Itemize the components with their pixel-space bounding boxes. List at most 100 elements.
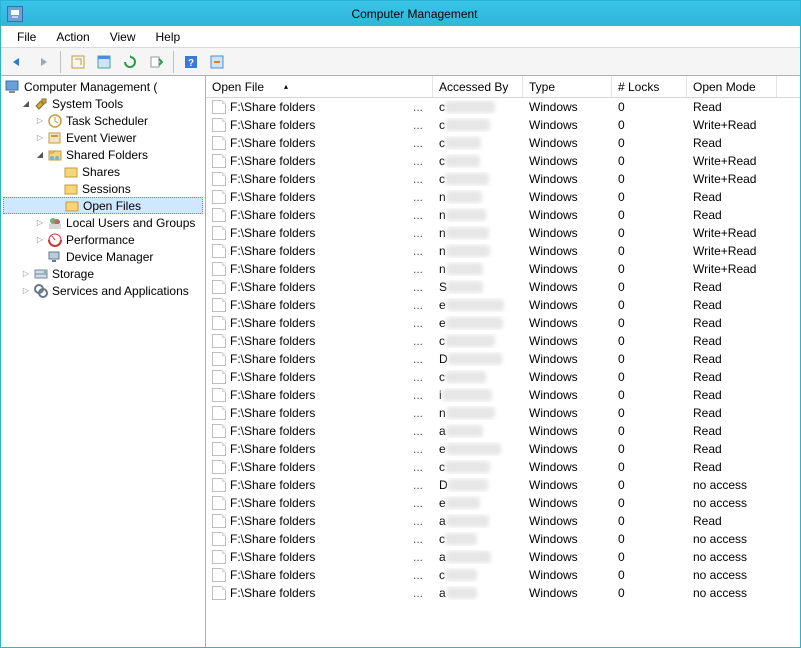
truncation-ellipsis: ... <box>413 316 427 330</box>
file-icon <box>212 172 226 186</box>
table-row[interactable]: F:\Share folders...SxxxxWindows0Read <box>206 278 800 296</box>
table-row[interactable]: F:\Share folders...cxxxxWindows0Write+Re… <box>206 170 800 188</box>
table-row[interactable]: F:\Share folders...cxxxxWindows0Read <box>206 98 800 116</box>
column-open-mode[interactable]: Open Mode <box>687 76 777 97</box>
cell-locks: 0 <box>612 370 687 384</box>
tree-device-manager[interactable]: Device Manager <box>3 248 203 265</box>
cell-locks: 0 <box>612 568 687 582</box>
system-tools-icon <box>33 96 49 112</box>
table-row[interactable]: F:\Share folders...cxxxxWindows0Write+Re… <box>206 152 800 170</box>
tree-performance[interactable]: Performance <box>3 231 203 248</box>
navigation-tree[interactable]: Computer Management ( System Tools Task … <box>1 76 206 647</box>
properties-button[interactable] <box>92 51 116 73</box>
tree-system-tools[interactable]: System Tools <box>3 95 203 112</box>
cell-mode: Read <box>687 190 777 204</box>
menu-help[interactable]: Help <box>146 28 191 46</box>
computer-management-icon <box>5 79 21 95</box>
table-row[interactable]: F:\Share folders...cxxxxWindows0Read <box>206 134 800 152</box>
expander-icon[interactable] <box>33 131 47 145</box>
cell-accessed-by: axxxx <box>433 514 523 528</box>
tree-open-files[interactable]: Open Files <box>3 197 203 214</box>
forward-button[interactable] <box>31 51 55 73</box>
table-row[interactable]: F:\Share folders...cxxxxWindows0Read <box>206 458 800 476</box>
tree-task-scheduler[interactable]: Task Scheduler <box>3 112 203 129</box>
table-row[interactable]: F:\Share folders...exxxxWindows0Read <box>206 440 800 458</box>
menu-view[interactable]: View <box>100 28 146 46</box>
tree-services[interactable]: Services and Applications <box>3 282 203 299</box>
table-row[interactable]: F:\Share folders...nxxxxWindows0Write+Re… <box>206 242 800 260</box>
table-row[interactable]: F:\Share folders...DxxxxWindows0Read <box>206 350 800 368</box>
cell-file: F:\Share folders <box>230 244 315 258</box>
table-row[interactable]: F:\Share folders...nxxxxWindows0Read <box>206 404 800 422</box>
expander-icon[interactable] <box>19 284 33 298</box>
menu-file[interactable]: File <box>7 28 46 46</box>
cell-mode: no access <box>687 532 777 546</box>
table-row[interactable]: F:\Share folders...axxxxWindows0no acces… <box>206 584 800 602</box>
table-row[interactable]: F:\Share folders...ixxxxWindows0Read <box>206 386 800 404</box>
cell-type: Windows <box>523 388 612 402</box>
tree-storage[interactable]: Storage <box>3 265 203 282</box>
table-row[interactable]: F:\Share folders...nxxxxWindows0Write+Re… <box>206 224 800 242</box>
table-row[interactable]: F:\Share folders...exxxxWindows0Read <box>206 296 800 314</box>
tree-local-users[interactable]: Local Users and Groups <box>3 214 203 231</box>
table-row[interactable]: F:\Share folders...cxxxxWindows0no acces… <box>206 530 800 548</box>
performance-icon <box>47 232 63 248</box>
column-type[interactable]: Type <box>523 76 612 97</box>
table-row[interactable]: F:\Share folders...exxxxWindows0no acces… <box>206 494 800 512</box>
export-list-button[interactable] <box>144 51 168 73</box>
table-row[interactable]: F:\Share folders...axxxxWindows0no acces… <box>206 548 800 566</box>
menu-action[interactable]: Action <box>46 28 99 46</box>
tree-event-viewer[interactable]: Event Viewer <box>3 129 203 146</box>
file-icon <box>212 406 226 420</box>
table-row[interactable]: F:\Share folders...cxxxxWindows0Write+Re… <box>206 116 800 134</box>
cell-type: Windows <box>523 136 612 150</box>
list-header: Open File▴ Accessed By Type # Locks Open… <box>206 76 800 98</box>
cell-locks: 0 <box>612 406 687 420</box>
show-hide-button[interactable] <box>66 51 90 73</box>
table-row[interactable]: F:\Share folders...nxxxxWindows0Read <box>206 206 800 224</box>
cell-type: Windows <box>523 154 612 168</box>
column-open-file[interactable]: Open File▴ <box>206 76 433 97</box>
back-button[interactable] <box>5 51 29 73</box>
truncation-ellipsis: ... <box>413 298 427 312</box>
tree-root[interactable]: Computer Management ( <box>3 78 203 95</box>
tree-shares[interactable]: Shares <box>3 163 203 180</box>
disconnect-all-button[interactable] <box>205 51 229 73</box>
cell-accessed-by: nxxxx <box>433 190 523 204</box>
cell-locks: 0 <box>612 262 687 276</box>
cell-accessed-by: nxxxx <box>433 244 523 258</box>
truncation-ellipsis: ... <box>413 118 427 132</box>
expander-icon[interactable] <box>33 216 47 230</box>
table-row[interactable]: F:\Share folders...cxxxxWindows0Read <box>206 368 800 386</box>
refresh-button[interactable] <box>118 51 142 73</box>
cell-type: Windows <box>523 550 612 564</box>
cell-file: F:\Share folders <box>230 154 315 168</box>
sessions-icon <box>63 181 79 197</box>
list-body[interactable]: F:\Share folders...cxxxxWindows0ReadF:\S… <box>206 98 800 647</box>
expander-icon[interactable] <box>19 267 33 281</box>
table-row[interactable]: F:\Share folders...nxxxxWindows0Read <box>206 188 800 206</box>
table-row[interactable]: F:\Share folders...axxxxWindows0Read <box>206 422 800 440</box>
expander-icon[interactable] <box>33 233 47 247</box>
cell-type: Windows <box>523 226 612 240</box>
file-icon <box>212 334 226 348</box>
help-button[interactable]: ? <box>179 51 203 73</box>
tree-shared-folders[interactable]: Shared Folders <box>3 146 203 163</box>
table-row[interactable]: F:\Share folders...DxxxxWindows0no acces… <box>206 476 800 494</box>
expander-icon[interactable] <box>33 148 47 162</box>
expander-icon[interactable] <box>33 114 47 128</box>
tree-label: Shares <box>82 165 120 179</box>
table-row[interactable]: F:\Share folders...cxxxxWindows0Read <box>206 332 800 350</box>
cell-file: F:\Share folders <box>230 550 315 564</box>
file-icon <box>212 136 226 150</box>
table-row[interactable]: F:\Share folders...exxxxWindows0Read <box>206 314 800 332</box>
table-row[interactable]: F:\Share folders...axxxxWindows0Read <box>206 512 800 530</box>
column-locks[interactable]: # Locks <box>612 76 687 97</box>
column-accessed-by[interactable]: Accessed By <box>433 76 523 97</box>
tree-sessions[interactable]: Sessions <box>3 180 203 197</box>
cell-type: Windows <box>523 262 612 276</box>
cell-locks: 0 <box>612 424 687 438</box>
expander-icon[interactable] <box>19 97 33 111</box>
table-row[interactable]: F:\Share folders...nxxxxWindows0Write+Re… <box>206 260 800 278</box>
table-row[interactable]: F:\Share folders...cxxxxWindows0no acces… <box>206 566 800 584</box>
